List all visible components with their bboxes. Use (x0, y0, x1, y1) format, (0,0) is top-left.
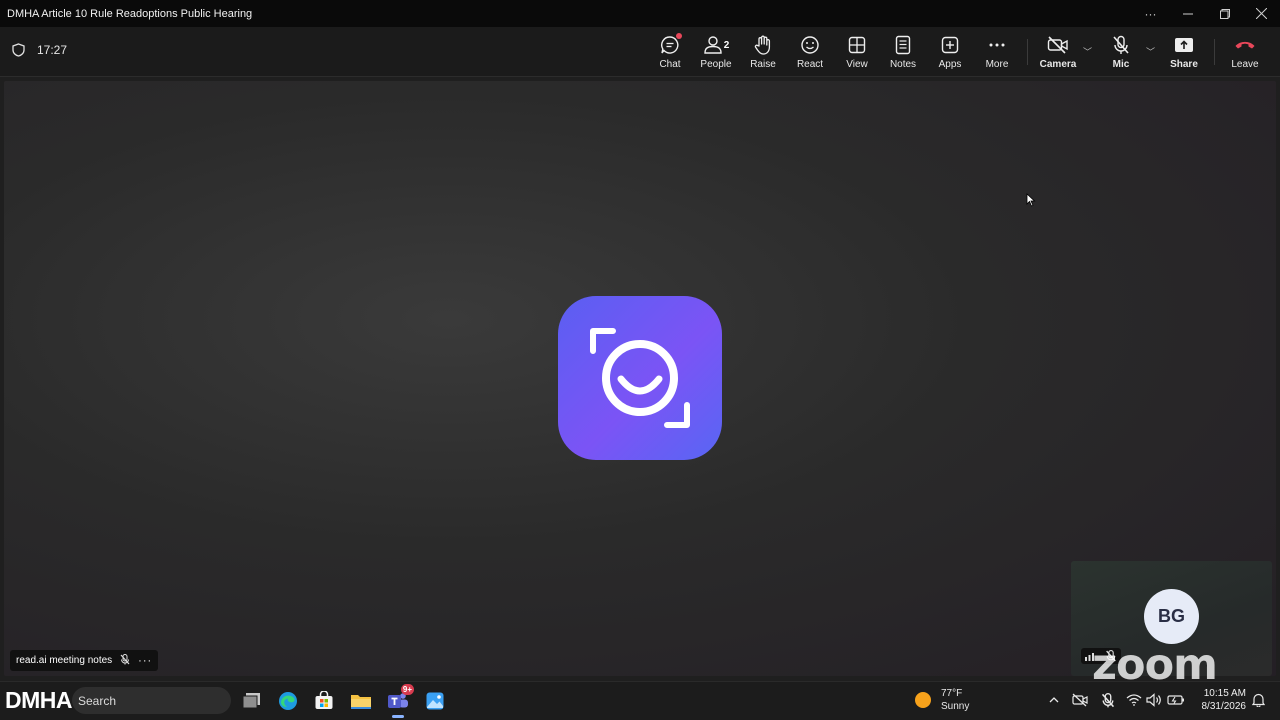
teams-icon[interactable]: 9+ (384, 684, 414, 715)
meet-now-off-icon[interactable] (1071, 690, 1089, 710)
battery-icon[interactable] (1166, 690, 1186, 710)
view-label: View (846, 59, 868, 70)
taskbar-search[interactable]: Search (72, 687, 231, 714)
close-icon[interactable] (1243, 0, 1280, 27)
hand-icon (754, 33, 772, 57)
share-button[interactable]: Share (1160, 33, 1208, 73)
share-screen-icon (1174, 33, 1194, 57)
more-button[interactable]: More (973, 33, 1021, 73)
edge-icon[interactable] (274, 687, 302, 715)
timer-text: 17:27 (37, 43, 68, 57)
participant-options-icon[interactable]: ··· (138, 655, 152, 667)
mic-label: Mic (1112, 59, 1130, 70)
wifi-icon[interactable] (1125, 690, 1143, 710)
more-label: More (985, 59, 1009, 70)
sun-icon (915, 692, 931, 708)
camera-label: Camera (1039, 59, 1077, 70)
tray-mic-muted-icon[interactable] (1099, 690, 1117, 710)
toolbar-separator-2 (1214, 39, 1215, 65)
mic-options-chevron-icon[interactable]: ﹀ (1146, 45, 1155, 58)
participant-name: read.ai meeting notes (16, 655, 113, 666)
notes-button[interactable]: Notes (879, 33, 927, 73)
shield-icon (12, 43, 25, 57)
view-button[interactable]: View (833, 33, 881, 73)
mic-muted-icon (120, 653, 130, 668)
photos-icon[interactable] (421, 687, 449, 715)
teams-notification-badge: 9+ (400, 684, 414, 695)
people-label: People (700, 59, 732, 70)
more-icon[interactable]: ··· (1132, 0, 1169, 27)
ellipsis-icon (988, 33, 1006, 57)
teams-active-indicator (392, 715, 404, 718)
restore-icon[interactable] (1206, 0, 1243, 27)
raise-hand-button[interactable]: Raise (739, 33, 787, 73)
mouse-cursor-icon (1026, 193, 1036, 212)
notes-label: Notes (889, 59, 917, 70)
volume-icon[interactable] (1145, 690, 1163, 710)
chat-icon (660, 33, 682, 57)
weather-temp: 77°F (941, 688, 963, 699)
clock-date: 8/31/2026 (1201, 701, 1247, 712)
chat-unread-dot (676, 33, 682, 39)
file-explorer-icon[interactable] (347, 687, 375, 715)
weather-condition: Sunny (941, 701, 970, 712)
apps-button[interactable]: Apps (926, 33, 974, 73)
mic-off-icon (1112, 33, 1130, 57)
react-label: React (796, 59, 824, 70)
toolbar-separator (1027, 39, 1028, 65)
leave-label: Leave (1231, 59, 1259, 70)
add-app-icon (941, 33, 959, 57)
read-ai-logo-icon (558, 296, 722, 460)
search-placeholder: Search (78, 693, 117, 708)
chat-label: Chat (659, 59, 681, 70)
smiley-icon (800, 33, 820, 57)
weather-widget[interactable]: 77°F Sunny (913, 687, 969, 713)
grid-view-icon (848, 33, 866, 57)
apps-label: Apps (938, 59, 962, 70)
people-icon: 2 (703, 33, 730, 57)
notification-bell-icon[interactable] (1250, 690, 1266, 710)
camera-options-chevron-icon[interactable]: ﹀ (1083, 45, 1092, 58)
mic-button[interactable]: Mic (1097, 33, 1145, 73)
react-button[interactable]: React (786, 33, 834, 73)
people-button[interactable]: 2 People (692, 33, 740, 73)
people-count: 2 (723, 39, 730, 51)
chat-button[interactable]: Chat (646, 33, 694, 73)
show-hidden-icons-chevron-icon[interactable] (1046, 690, 1062, 710)
system-clock[interactable]: 10:15 AM 8/31/2026 (1196, 687, 1247, 713)
task-view-icon[interactable] (238, 687, 266, 715)
leave-button[interactable]: Leave (1221, 33, 1269, 73)
share-label: Share (1170, 59, 1198, 70)
participant-name-tag[interactable]: read.ai meeting notes ··· (10, 650, 159, 671)
avatar: BG (1144, 589, 1199, 644)
clock-time: 10:15 AM (1203, 688, 1246, 699)
camera-off-icon (1047, 33, 1069, 57)
meeting-timer: 17:27 (12, 43, 67, 57)
raise-label: Raise (750, 59, 776, 70)
minimize-icon[interactable] (1169, 0, 1206, 27)
window-controls: ··· (1132, 0, 1280, 27)
meeting-toolbar: 17:27 Chat 2 People Raise React View Not… (0, 27, 1280, 77)
camera-button[interactable]: Camera (1034, 33, 1082, 73)
window-titlebar: DMHA Article 10 Rule Readoptions Public … (0, 0, 1280, 27)
hang-up-icon (1234, 33, 1256, 57)
notes-icon (895, 33, 911, 57)
store-icon[interactable] (310, 687, 338, 715)
window-title: DMHA Article 10 Rule Readoptions Public … (7, 7, 253, 20)
dmha-brand: DMHA (5, 687, 73, 713)
